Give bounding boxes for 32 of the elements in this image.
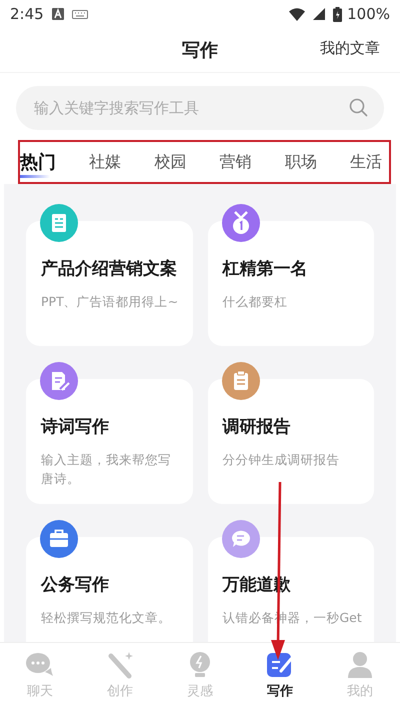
tool-card[interactable]: 诗词写作 输入主题，我来帮您写唐诗。 xyxy=(26,379,192,504)
search-icon[interactable] xyxy=(349,98,368,117)
card-title: 公务写作 xyxy=(41,574,110,596)
keyboard-icon xyxy=(72,10,88,18)
person-icon xyxy=(345,650,375,680)
category-tab[interactable]: 营销 xyxy=(220,148,252,176)
my-articles-link[interactable]: 我的文章 xyxy=(320,39,380,58)
tool-card[interactable]: 杠精第一名 什么都要杠 xyxy=(208,221,374,346)
battery-icon xyxy=(333,6,342,22)
status-time: 2:45 xyxy=(10,5,44,23)
category-tab[interactable]: 职场 xyxy=(284,148,317,176)
card-title: 调研报告 xyxy=(222,416,292,438)
category-tab[interactable]: 校园 xyxy=(154,148,186,176)
wifi-icon xyxy=(289,8,306,20)
card-title: 诗词写作 xyxy=(41,416,110,438)
battery-level: 100% xyxy=(347,5,390,23)
card-description: 输入主题，我来帮您写唐诗。 xyxy=(41,451,172,488)
search-field[interactable]: 输入关键字搜索写作工具 xyxy=(16,86,384,130)
category-tab[interactable]: 生活 xyxy=(350,148,382,176)
card-description: PPT、广告语都用得上~ xyxy=(41,293,180,311)
tool-card[interactable]: 产品介绍营销文案 PPT、广告语都用得上~ xyxy=(26,221,192,346)
tool-card[interactable]: 公务写作 轻松撰写规范化文章。 xyxy=(26,537,192,642)
signal-icon xyxy=(313,8,326,20)
page-title: 写作 xyxy=(182,39,218,62)
tool-card[interactable]: 调研报告 分分钟生成调研报告 xyxy=(208,379,374,504)
card-title: 产品介绍营销文案 xyxy=(41,258,178,280)
card-description: 分分钟生成调研报告 xyxy=(222,451,340,469)
card-description: 什么都要杠 xyxy=(222,293,288,311)
keyboard-a-icon xyxy=(52,8,64,20)
card-title: 杠精第一名 xyxy=(222,258,308,280)
category-tab[interactable]: 社媒 xyxy=(89,148,122,176)
card-description: 轻松撰写规范化文章。 xyxy=(41,609,172,627)
